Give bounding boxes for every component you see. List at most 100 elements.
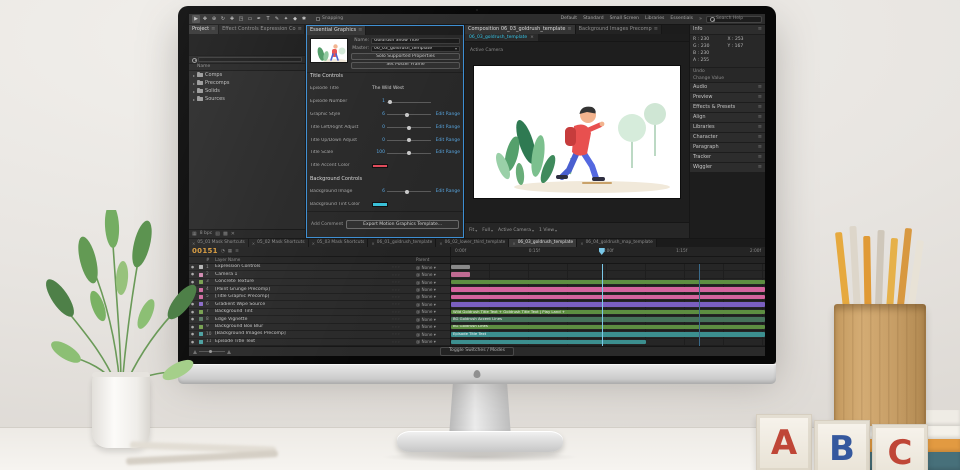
tool-icon[interactable]: ✎ [273, 15, 281, 23]
draft-3d-icon[interactable]: ▦ [228, 249, 232, 255]
sidebar-panel-header[interactable]: Effects & Presets ≡ [690, 103, 765, 112]
sidebar-panel-header[interactable]: Preview ≡ [690, 93, 765, 102]
layer-row[interactable]: ● 5 [Title Graphic Precomp] ◦◦◦ @ None ▾ [189, 294, 450, 301]
sidebar-panel-header[interactable]: Libraries ≡ [690, 123, 765, 132]
timeline-tab[interactable]: × 06_01_goldrush_template [368, 239, 436, 247]
set-poster-frame-button[interactable]: Set Poster Frame [351, 62, 460, 69]
eg-property-row[interactable]: Title Accent Color [307, 160, 463, 173]
property-slider[interactable] [387, 153, 431, 154]
workspace-overflow-icon[interactable]: » [699, 16, 702, 22]
layer-row[interactable]: ● 3 Concrete Texture ◦◦◦ @ None ▾ [189, 279, 450, 286]
tool-icon[interactable]: ✒ [255, 15, 263, 23]
timeline-options-icon[interactable]: ≡ [235, 249, 239, 255]
layer-duration-bar[interactable]: Episode Title Text [451, 332, 765, 336]
snapping-checkbox[interactable] [316, 17, 320, 21]
layer-row[interactable]: ● 6 Gradient Wipe Source ◦◦◦ @ None ▾ [189, 301, 450, 308]
layer-switches[interactable]: ◦◦◦ [392, 273, 416, 277]
comp-footer-control[interactable]: Full ▾ [482, 228, 493, 234]
layer-name[interactable]: Episode Title Text [215, 339, 392, 345]
track-row[interactable] [451, 279, 765, 286]
eg-property-row[interactable]: Title Up/Down Adjust 0 Edit Range [307, 134, 463, 147]
new-folder-icon[interactable]: ▧ [215, 231, 220, 237]
workspace-tab[interactable]: Small Screen [610, 16, 639, 22]
workspace-tab[interactable]: Libraries [645, 16, 664, 22]
solo-supported-properties-button[interactable]: Solo Supported Properties [351, 53, 460, 60]
layer-row[interactable]: ● 7 Background Tint ◦◦◦ @ None ▾ [189, 309, 450, 316]
parent-dropdown[interactable]: @ None ▾ [416, 332, 450, 337]
track-row[interactable] [451, 294, 765, 301]
layer-switches[interactable]: ◦◦◦ [392, 302, 416, 306]
panel-menu-icon[interactable]: ≡ [298, 26, 302, 32]
slider-thumb[interactable] [407, 126, 411, 130]
close-icon[interactable]: × [439, 241, 442, 246]
layer-switches[interactable]: ◦◦◦ [392, 288, 416, 292]
property-slider[interactable] [387, 102, 431, 103]
track-row[interactable] [451, 339, 765, 346]
panel-tab[interactable]: Essential Graphics ≡ [307, 26, 366, 35]
property-value[interactable]: 0 [372, 125, 385, 131]
edit-range-link[interactable]: Edit Range [433, 150, 460, 156]
layer-name[interactable]: [Background Images Precomp] [215, 331, 392, 337]
timeline-tab[interactable]: × 05_03 Mask Shortcuts [309, 239, 369, 247]
composition-canvas[interactable] [474, 66, 680, 198]
panel-tab[interactable]: Background Images Precomp ≡ [576, 25, 662, 34]
layer-row[interactable]: ● 9 Background Box Blur ◦◦◦ @ None ▾ [189, 324, 450, 331]
panel-menu-icon[interactable]: ≡ [567, 26, 571, 32]
workspace-tab[interactable]: Standard [583, 16, 603, 22]
slider-thumb[interactable] [405, 190, 409, 194]
panel-menu-icon[interactable]: ≡ [758, 94, 762, 100]
track-row[interactable] [451, 271, 765, 278]
panel-menu-icon[interactable]: ≡ [758, 26, 762, 32]
layer-switches[interactable]: ◦◦◦ [392, 280, 416, 284]
track-row[interactable]: Episode Title Text [451, 331, 765, 338]
timeline-tab[interactable]: × 06_02_lower_third_template [436, 239, 509, 247]
parent-dropdown[interactable]: @ None ▾ [416, 287, 450, 292]
eg-property-row[interactable]: Background Controls [307, 173, 463, 186]
layer-switches[interactable]: ◦◦◦ [392, 310, 416, 314]
layer-row[interactable]: ● 1 Expression Controls ◦◦◦ @ None ▾ [189, 264, 450, 271]
panel-tab[interactable]: Composition 06_03_goldrush_template ≡ [465, 25, 576, 34]
slider-thumb[interactable] [405, 113, 409, 117]
property-value[interactable]: 6 [372, 189, 385, 195]
timeline-tab[interactable]: × 06_04_goldrush_map_template [577, 239, 657, 247]
layer-switches[interactable]: ◦◦◦ [392, 332, 416, 336]
tool-icon[interactable]: ◳ [237, 15, 245, 23]
property-slider[interactable] [387, 114, 431, 115]
layer-name[interactable]: Camera 1 [215, 272, 392, 278]
panel-menu-icon[interactable]: ≡ [758, 104, 762, 110]
panel-menu-icon[interactable]: ≡ [758, 124, 762, 130]
layer-name[interactable]: [Paint Grunge Precomp] [215, 287, 392, 293]
project-folder-row[interactable]: ▸ Comps [189, 71, 305, 79]
tool-icon[interactable]: ▶ [192, 15, 200, 23]
panel-menu-icon[interactable]: ≡ [758, 164, 762, 170]
layer-row[interactable]: ● 2 Camera 1 ◦◦◦ @ None ▾ [189, 271, 450, 278]
slider-thumb[interactable] [407, 151, 411, 155]
color-swatch[interactable] [372, 202, 388, 207]
column-parent[interactable]: Parent [416, 257, 450, 262]
composition-minitab[interactable]: 06_03_goldrush_template × [465, 34, 538, 41]
layer-name[interactable]: Background Box Blur [215, 324, 392, 330]
info-panel-header[interactable]: Info ≡ [690, 25, 765, 34]
tool-icon[interactable]: ▭ [246, 15, 254, 23]
eg-property-row[interactable]: Background Tint Color [307, 198, 463, 211]
close-icon[interactable]: × [530, 35, 534, 41]
comp-footer-control[interactable]: Fit ▾ [469, 228, 477, 234]
panel-menu-icon[interactable]: ≡ [758, 134, 762, 140]
edit-range-link[interactable]: Edit Range [433, 125, 460, 131]
panel-menu-icon[interactable]: ≡ [358, 27, 362, 33]
tool-icon[interactable]: ✱ [300, 15, 308, 23]
comp-footer-control[interactable]: Active Camera ▾ [498, 228, 534, 234]
panel-menu-icon[interactable]: ≡ [758, 84, 762, 90]
property-value[interactable]: 1 [372, 99, 385, 105]
panel-menu-icon[interactable]: ≡ [758, 114, 762, 120]
parent-dropdown[interactable]: @ None ▾ [416, 339, 450, 344]
eg-property-row[interactable]: Title Left/Right Adjust 0 Edit Range [307, 121, 463, 134]
sidebar-panel-header[interactable]: Paragraph ≡ [690, 143, 765, 152]
slider-thumb[interactable] [407, 138, 411, 142]
eg-property-row[interactable]: Title Controls [307, 70, 463, 83]
time-ruler[interactable]: 0:00f 0:15f 1:00f 1:15f 2:00f [451, 247, 765, 256]
eg-property-row[interactable]: Title Scale 100 Edit Range [307, 147, 463, 160]
layer-name[interactable]: Expression Controls [215, 264, 392, 270]
property-value[interactable]: 0 [372, 138, 385, 144]
timeline-tab[interactable]: × 05_02 Mask Shortcuts [249, 239, 309, 247]
